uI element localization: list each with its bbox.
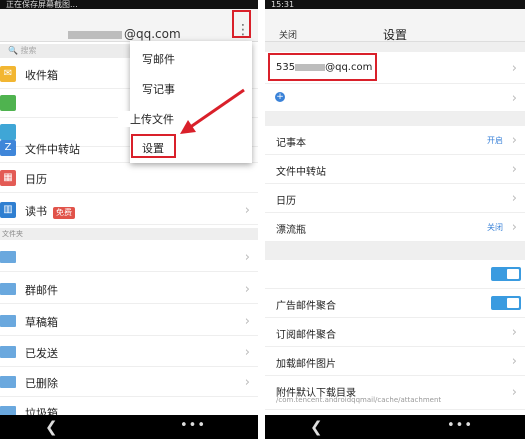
chevron-right-icon: › xyxy=(511,91,517,106)
chevron-right-icon: › xyxy=(511,385,517,400)
setting-row-notes[interactable]: 记事本 开启 › xyxy=(265,126,525,155)
setting-label: 加载邮件图片 xyxy=(276,359,336,370)
section-gap xyxy=(265,242,525,260)
menu-dots-icon[interactable]: ••• xyxy=(447,418,473,434)
section-gap xyxy=(265,112,525,126)
setting-row-subscription[interactable]: 订阅邮件聚合 › xyxy=(265,318,525,347)
mail-home-screen: 正在保存屏幕截图... @qq.com ⋮ 🔍 搜索 ✉ 收件箱 Z 文件中转站… xyxy=(0,0,258,439)
account-highlight xyxy=(268,53,377,81)
chevron-right-icon: › xyxy=(511,61,517,76)
setting-label: 记事本 xyxy=(276,138,306,149)
chevron-right-icon: › xyxy=(511,220,517,235)
add-account-row[interactable]: + › xyxy=(265,84,525,112)
chevron-right-icon: › xyxy=(511,354,517,369)
status-bar: 15:31 xyxy=(265,0,525,9)
toggle-switch[interactable] xyxy=(491,296,521,310)
setting-row-toggle[interactable] xyxy=(265,260,525,289)
setting-value: 开启 xyxy=(487,136,503,145)
setting-label: 漂流瓶 xyxy=(276,225,306,236)
toggle-switch[interactable] xyxy=(491,267,521,281)
settings-screen: 15:31 关闭 设置 535 @qq.com › + › 记事本 开启 › 文件… xyxy=(265,0,525,439)
page-title: 设置 xyxy=(382,28,407,42)
setting-row-transfer[interactable]: 文件中转站 › xyxy=(265,155,525,184)
setting-row-bottle[interactable]: 漂流瓶 关闭 › xyxy=(265,213,525,242)
setting-label: 文件中转站 xyxy=(276,167,326,178)
attachment-path: /com.tencent.androidqqmail/cache/attachm… xyxy=(276,396,442,404)
setting-label: 订阅邮件聚合 xyxy=(276,330,336,341)
pointer-arrow xyxy=(180,88,245,134)
system-nav-bar: ❮ ••• xyxy=(265,415,525,439)
chevron-right-icon: › xyxy=(511,325,517,340)
setting-label: 广告邮件聚合 xyxy=(276,301,336,312)
setting-row-calendar[interactable]: 日历 › xyxy=(265,184,525,213)
setting-row-attachment-dir[interactable]: 附件默认下载目录 /com.tencent.androidqqmail/cach… xyxy=(265,376,525,410)
settings-top-bar: 关闭 设置 xyxy=(265,9,525,42)
back-icon[interactable]: ❮ xyxy=(310,419,323,435)
setting-value: 关闭 xyxy=(487,223,503,232)
chevron-right-icon: › xyxy=(511,162,517,177)
chevron-right-icon: › xyxy=(511,133,517,148)
chevron-right-icon: › xyxy=(511,191,517,206)
add-account-icon: + xyxy=(275,92,285,102)
setting-row-ad-aggregate[interactable]: 广告邮件聚合 xyxy=(265,289,525,318)
setting-row-load-images[interactable]: 加载邮件图片 › xyxy=(265,347,525,376)
setting-label: 日历 xyxy=(276,196,296,207)
section-gap xyxy=(265,42,525,52)
settings-menu-highlight xyxy=(131,134,176,158)
